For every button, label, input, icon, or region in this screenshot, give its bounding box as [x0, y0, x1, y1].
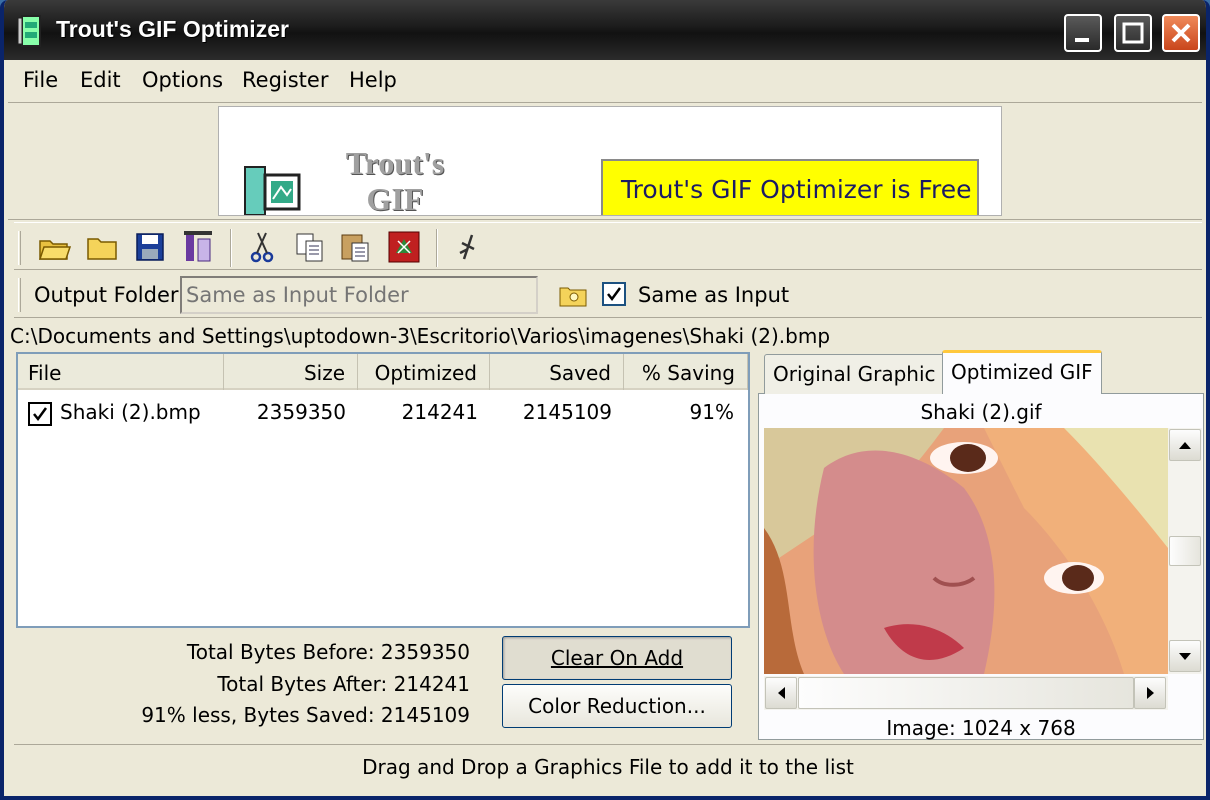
preview-horizontal-scrollbar[interactable]	[764, 676, 1168, 710]
preview-image[interactable]	[764, 428, 1168, 674]
scroll-right-button[interactable]	[1134, 677, 1166, 709]
banner-promo[interactable]: Trout's GIF Optimizer is Free	[601, 159, 979, 215]
column-optimized[interactable]: Optimized	[358, 354, 490, 390]
app-icon	[17, 15, 41, 47]
arrow-up-icon	[1179, 442, 1191, 449]
toolbar-grip[interactable]	[18, 278, 21, 312]
minimize-icon	[1075, 38, 1089, 42]
copy-icon[interactable]	[292, 229, 328, 265]
close-icon	[1171, 23, 1191, 43]
clear-on-add-button[interactable]: Clear On Add	[502, 636, 732, 680]
menu-options[interactable]: Options	[142, 68, 223, 92]
banner[interactable]: Trout's GIF Trout's GIF Optimizer is Fre…	[218, 106, 1002, 216]
color-reduction-button[interactable]: Color Reduction...	[502, 684, 732, 728]
tab-original-graphic[interactable]: Original Graphic	[764, 354, 945, 394]
row-saved: 2145109	[522, 400, 612, 424]
menu-edit[interactable]: Edit	[80, 68, 121, 92]
window-title: Trout's GIF Optimizer	[56, 16, 289, 42]
arrow-down-icon	[1179, 653, 1191, 660]
output-folder-row: Output Folder Same as Input	[14, 272, 1202, 318]
save-icon[interactable]	[132, 229, 168, 265]
logo-icon	[244, 166, 301, 215]
same-as-input-label[interactable]: Same as Input	[638, 283, 789, 307]
check-icon	[607, 287, 622, 302]
total-bytes-after: Total Bytes After: 214241	[217, 672, 470, 696]
cut-icon[interactable]	[244, 229, 280, 265]
banner-title: Trout's GIF	[335, 145, 455, 216]
preview-vertical-scrollbar[interactable]	[1168, 428, 1202, 674]
optimize-icon[interactable]	[386, 229, 422, 265]
compress-icon[interactable]	[180, 229, 216, 265]
browse-folder-icon[interactable]	[558, 282, 588, 308]
row-saving: 91%	[689, 400, 734, 424]
banner-title-line1: Trout's	[345, 145, 445, 181]
row-checkbox[interactable]	[28, 402, 52, 426]
toolbar-separator	[230, 229, 232, 267]
arrow-left-icon	[778, 687, 785, 699]
banner-title-line2: GIF	[366, 181, 424, 216]
horizontal-scroll-thumb[interactable]	[798, 677, 1134, 709]
file-list-header: File Size Optimized Saved % Saving	[18, 354, 748, 390]
file-list[interactable]: File Size Optimized Saved % Saving Shaki…	[16, 352, 750, 628]
preview-file-name: Shaki (2).gif	[920, 400, 1042, 424]
column-saved[interactable]: Saved	[490, 354, 624, 390]
new-folder-icon[interactable]	[84, 229, 120, 265]
table-row[interactable]: Shaki (2).bmp 2359350 214241 2145109 91%	[18, 396, 748, 430]
toolbar-separator-2	[436, 229, 438, 267]
scroll-left-button[interactable]	[765, 677, 797, 709]
vertical-scroll-thumb[interactable]	[1169, 536, 1201, 566]
minimize-button[interactable]	[1064, 14, 1102, 52]
row-file: Shaki (2).bmp	[60, 400, 201, 424]
menu-register[interactable]: Register	[242, 68, 328, 92]
image-dimensions: Image: 1024 x 768	[886, 716, 1076, 740]
paste-icon[interactable]	[338, 229, 374, 265]
menu-help[interactable]: Help	[349, 68, 397, 92]
scroll-down-button[interactable]	[1169, 640, 1201, 672]
output-folder-label: Output Folder	[34, 283, 179, 307]
toolbar-grip[interactable]	[18, 231, 21, 265]
menu-bar: File Edit Options Register Help	[8, 60, 1206, 102]
column-size[interactable]: Size	[224, 354, 358, 390]
clear-on-add-label: Clear On Add	[550, 646, 684, 670]
column-saving[interactable]: % Saving	[624, 354, 748, 390]
close-button[interactable]	[1162, 14, 1200, 52]
scroll-up-button[interactable]	[1169, 429, 1201, 461]
open-folder-icon[interactable]	[36, 229, 72, 265]
maximize-button[interactable]	[1114, 14, 1152, 52]
help-link-icon[interactable]	[450, 229, 486, 265]
current-file-path: C:\Documents and Settings\uptodown-3\Esc…	[10, 324, 831, 348]
tab-optimized-gif[interactable]: Optimized GIF	[942, 350, 1102, 395]
arrow-right-icon	[1147, 687, 1154, 699]
bytes-saved: 91% less, Bytes Saved: 2145109	[141, 703, 470, 727]
menu-file[interactable]: File	[23, 68, 58, 92]
row-optimized: 214241	[401, 400, 478, 424]
title-bar[interactable]: Trout's GIF Optimizer	[4, 0, 1206, 60]
app-window: Trout's GIF Optimizer File Edit Options …	[0, 0, 1210, 800]
maximize-icon	[1122, 22, 1144, 44]
output-folder-input[interactable]	[180, 276, 538, 314]
total-bytes-before: Total Bytes Before: 2359350	[186, 640, 470, 664]
preview-tabs: Original Graphic Optimized GIF	[758, 350, 1204, 395]
toolbar	[14, 222, 1202, 270]
check-icon	[33, 407, 48, 422]
column-file[interactable]: File	[18, 354, 224, 390]
same-as-input-checkbox[interactable]	[602, 282, 626, 306]
row-size: 2359350	[256, 400, 346, 424]
status-bar: Drag and Drop a Graphics File to add it …	[14, 744, 1202, 790]
